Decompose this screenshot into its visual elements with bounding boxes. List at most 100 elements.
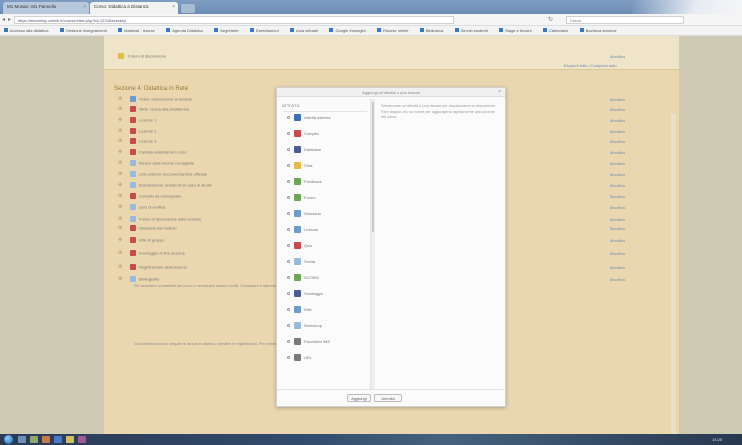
folder-icon[interactable] <box>66 436 74 443</box>
radio-button[interactable] <box>287 132 290 135</box>
edit-menu[interactable]: Modifica <box>610 277 625 282</box>
edit-menu[interactable]: Modifica <box>610 129 625 134</box>
move-icon[interactable]: ✣ <box>118 237 122 243</box>
edit-menu[interactable]: Modifica <box>610 226 625 231</box>
move-icon[interactable]: ✣ <box>118 149 122 155</box>
start-button[interactable] <box>4 435 13 444</box>
bookmark[interactable]: Risorse online <box>373 26 414 33</box>
activity-option[interactable]: Quiz <box>287 242 312 252</box>
activity-option[interactable]: SCORM <box>287 274 319 284</box>
bookmark[interactable]: Esercitazioni <box>246 26 285 33</box>
radio-button[interactable] <box>287 228 290 231</box>
radio-button[interactable] <box>287 164 290 167</box>
browser-tab-active[interactable]: Corso: Didattica a Distanza × <box>90 2 178 14</box>
close-icon[interactable]: × <box>172 4 175 10</box>
edit-menu[interactable]: Modifica <box>610 251 625 256</box>
edit-menu[interactable]: Modifica <box>610 139 625 144</box>
move-icon[interactable]: ✣ <box>118 128 122 134</box>
edit-menu[interactable]: Modifica <box>610 238 625 243</box>
move-icon[interactable]: ✣ <box>118 138 122 144</box>
bookmark[interactable]: Bacheca annunci <box>576 26 623 33</box>
url-input[interactable] <box>14 16 454 24</box>
edit-menu[interactable]: Modifica <box>610 150 625 155</box>
radio-button[interactable] <box>287 260 290 263</box>
bookmark[interactable]: Biblioteca <box>416 26 449 33</box>
move-icon[interactable]: ✣ <box>118 96 122 102</box>
scrollbar-thumb[interactable] <box>372 102 374 232</box>
edit-menu[interactable]: Modifica <box>610 205 625 210</box>
cancel-button[interactable]: Annulla <box>374 394 402 402</box>
activity-option[interactable]: Glossario <box>287 210 321 220</box>
new-tab-button[interactable] <box>181 4 195 13</box>
back-arrow-icon[interactable]: ◂ <box>2 16 5 23</box>
expand-collapse-link[interactable]: Espandi tutto / Comprimi tutto <box>564 63 617 68</box>
bookmark[interactable]: Gestione insegnamenti <box>56 26 113 33</box>
edit-menu[interactable]: Modifica <box>610 194 625 199</box>
app-icon[interactable] <box>78 436 86 443</box>
move-icon[interactable]: ✣ <box>118 225 122 231</box>
forward-arrow-icon[interactable]: ▸ <box>8 16 11 23</box>
activity-option[interactable]: Chat <box>287 162 312 172</box>
bookmark[interactable]: Servizi studenti <box>451 26 494 33</box>
activity-option[interactable]: Feedback <box>287 178 322 188</box>
move-icon[interactable]: ✣ <box>118 182 122 188</box>
activity-option[interactable]: Lezione <box>287 226 318 236</box>
move-icon[interactable]: ✣ <box>118 117 122 123</box>
move-icon[interactable]: ✣ <box>118 106 122 112</box>
edit-menu[interactable]: Modifica <box>610 118 625 123</box>
activity-option[interactable]: Sondaggio <box>287 290 323 300</box>
activity-option[interactable]: Compito <box>287 130 319 140</box>
bookmark[interactable]: Accesso alla didattica <box>0 26 54 33</box>
edit-menu[interactable]: Modifica <box>610 54 625 59</box>
radio-button[interactable] <box>287 196 290 199</box>
move-icon[interactable]: ✣ <box>118 204 122 210</box>
radio-button[interactable] <box>287 340 290 343</box>
activity-option[interactable]: Workshop <box>287 322 322 332</box>
move-icon[interactable]: ✣ <box>118 193 122 199</box>
radio-button[interactable] <box>287 308 290 311</box>
activity-option[interactable]: Forum <box>287 194 316 204</box>
activity-option[interactable]: Scelta <box>287 258 315 268</box>
activity-option[interactable]: URL <box>287 354 312 364</box>
edit-menu[interactable]: Modifica <box>610 172 625 177</box>
radio-button[interactable] <box>287 356 290 359</box>
browser-tab[interactable]: M1 Mosaic: M1 Pannello × <box>3 2 89 14</box>
close-icon[interactable]: × <box>83 4 86 10</box>
page-scrollbar[interactable] <box>671 114 676 434</box>
browser-icon[interactable] <box>54 436 62 443</box>
move-icon[interactable]: ✣ <box>118 216 122 222</box>
edit-menu[interactable]: Modifica <box>610 265 625 270</box>
top-section-item[interactable]: Forum di discussione <box>118 53 166 62</box>
reload-icon[interactable]: ↻ <box>548 16 553 23</box>
radio-button[interactable] <box>287 212 290 215</box>
edit-menu[interactable]: Modifica <box>610 183 625 188</box>
move-icon[interactable]: ✣ <box>118 264 122 270</box>
radio-button[interactable] <box>287 180 290 183</box>
bookmark[interactable]: Calendario <box>539 26 574 33</box>
app-icon[interactable] <box>42 436 50 443</box>
add-button[interactable]: Aggiungi <box>347 394 371 402</box>
bookmark[interactable]: Google Immagini <box>325 26 371 33</box>
radio-button[interactable] <box>287 324 290 327</box>
edit-menu[interactable]: Modifica <box>610 107 625 112</box>
bookmark[interactable]: Aula virtuale <box>286 26 324 33</box>
activity-option[interactable]: Attività esterna <box>287 114 330 124</box>
activity-option[interactable]: Wiki <box>287 306 312 316</box>
edit-menu[interactable]: Modifica <box>610 97 625 102</box>
edit-menu[interactable]: Modifica <box>610 217 625 222</box>
bookmark[interactable]: Segreterie <box>210 26 244 33</box>
explorer-icon[interactable] <box>18 436 26 443</box>
activity-option[interactable]: Database <box>287 146 321 156</box>
move-icon[interactable]: ✣ <box>118 250 122 256</box>
move-icon[interactable]: ✣ <box>118 171 122 177</box>
radio-button[interactable] <box>287 244 290 247</box>
search-input[interactable] <box>566 16 684 24</box>
media-icon[interactable] <box>30 436 38 443</box>
close-icon[interactable]: × <box>498 89 501 95</box>
radio-button[interactable] <box>287 276 290 279</box>
radio-button[interactable] <box>287 148 290 151</box>
radio-button[interactable] <box>287 292 290 295</box>
edit-menu[interactable]: Modifica <box>610 161 625 166</box>
activity-option[interactable]: Pacchetto IMS <box>287 338 330 348</box>
radio-button[interactable] <box>287 116 290 119</box>
